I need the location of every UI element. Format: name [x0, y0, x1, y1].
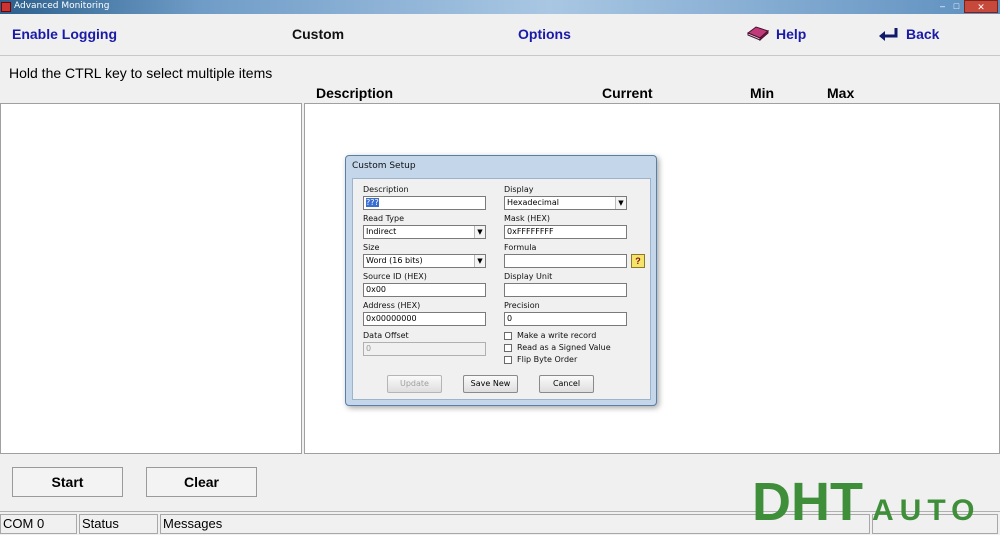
- status-text: Status: [79, 514, 158, 534]
- dht-auto-logo: DHT AUTO: [752, 474, 980, 526]
- source-id-field[interactable]: 0x00: [363, 283, 486, 297]
- data-offset-value: 0: [366, 344, 372, 353]
- dialog-title: Custom Setup: [352, 161, 416, 171]
- description-label: Description: [363, 185, 409, 194]
- formula-help-icon[interactable]: ?: [631, 254, 645, 268]
- size-label: Size: [363, 243, 380, 252]
- size-dropdown[interactable]: Word (16 bits) ▼: [363, 254, 486, 268]
- custom-setup-dialog: Custom Setup Description ??? Read Type I…: [345, 155, 657, 406]
- address-value: 0x00000000: [366, 314, 417, 323]
- address-field[interactable]: 0x00000000: [363, 312, 486, 326]
- read-type-value: Indirect: [366, 227, 397, 236]
- formula-field[interactable]: [504, 254, 627, 268]
- dialog-body: Description ??? Read Type Indirect ▼ Size…: [352, 178, 651, 400]
- size-value: Word (16 bits): [366, 256, 423, 265]
- formula-label: Formula: [504, 243, 537, 252]
- close-window-button[interactable]: ✕: [964, 0, 998, 13]
- display-unit-field[interactable]: [504, 283, 627, 297]
- logo-main-text: DHT: [752, 474, 863, 526]
- address-label: Address (HEX): [363, 301, 421, 310]
- description-value: ???: [366, 198, 379, 207]
- precision-field[interactable]: 0: [504, 312, 627, 326]
- parameter-list[interactable]: [0, 103, 302, 454]
- app-icon: [1, 2, 11, 12]
- signed-value-label: Read as a Signed Value: [517, 343, 611, 352]
- mask-field[interactable]: 0xFFFFFFFF: [504, 225, 627, 239]
- help-button[interactable]: Help: [776, 26, 806, 42]
- display-dropdown[interactable]: Hexadecimal ▼: [504, 196, 627, 210]
- column-header-max: Max: [827, 85, 855, 101]
- signed-value-checkbox[interactable]: [504, 344, 512, 352]
- flip-byte-order-label: Flip Byte Order: [517, 355, 578, 364]
- minimize-button[interactable]: –: [936, 0, 949, 13]
- chevron-down-icon: ▼: [615, 197, 626, 209]
- cancel-button[interactable]: Cancel: [539, 375, 594, 393]
- data-offset-field: 0: [363, 342, 486, 356]
- column-header-description: Description: [316, 85, 394, 101]
- read-type-dropdown[interactable]: Indirect ▼: [363, 225, 486, 239]
- maximize-button[interactable]: □: [950, 0, 963, 13]
- column-header-current: Current: [602, 85, 653, 101]
- enable-logging-button[interactable]: Enable Logging: [12, 26, 117, 42]
- data-offset-label: Data Offset: [363, 331, 409, 340]
- description-field[interactable]: ???: [363, 196, 486, 210]
- top-menu-bar: Enable Logging Custom Options Help Back: [0, 14, 1000, 56]
- start-button[interactable]: Start: [12, 467, 123, 497]
- logo-auto-text: AUTO: [872, 494, 980, 526]
- source-id-value: 0x00: [366, 285, 387, 294]
- chevron-down-icon: ▼: [474, 226, 485, 238]
- custom-button[interactable]: Custom: [292, 26, 344, 42]
- selection-hint: Hold the CTRL key to select multiple ite…: [9, 65, 273, 81]
- mask-label: Mask (HEX): [504, 214, 550, 223]
- mask-value: 0xFFFFFFFF: [507, 227, 554, 236]
- back-arrow-icon[interactable]: [876, 25, 900, 43]
- read-type-label: Read Type: [363, 214, 405, 223]
- options-button[interactable]: Options: [518, 26, 571, 42]
- precision-label: Precision: [504, 301, 540, 310]
- help-book-icon[interactable]: [746, 24, 770, 42]
- clear-button[interactable]: Clear: [146, 467, 257, 497]
- display-unit-label: Display Unit: [504, 272, 553, 281]
- chevron-down-icon: ▼: [474, 255, 485, 267]
- com-port-status: COM 0: [0, 514, 77, 534]
- flip-byte-order-checkbox[interactable]: [504, 356, 512, 364]
- precision-value: 0: [507, 314, 513, 323]
- display-value: Hexadecimal: [507, 198, 559, 207]
- display-label: Display: [504, 185, 534, 194]
- window-title: Advanced Monitoring: [14, 1, 110, 11]
- update-button: Update: [387, 375, 442, 393]
- column-header-min: Min: [750, 85, 775, 101]
- write-record-checkbox[interactable]: [504, 332, 512, 340]
- write-record-label: Make a write record: [517, 331, 597, 340]
- save-new-button[interactable]: Save New: [463, 375, 518, 393]
- source-id-label: Source ID (HEX): [363, 272, 427, 281]
- back-button[interactable]: Back: [906, 26, 939, 42]
- window-title-bar: Advanced Monitoring – □ ✕: [0, 0, 1000, 14]
